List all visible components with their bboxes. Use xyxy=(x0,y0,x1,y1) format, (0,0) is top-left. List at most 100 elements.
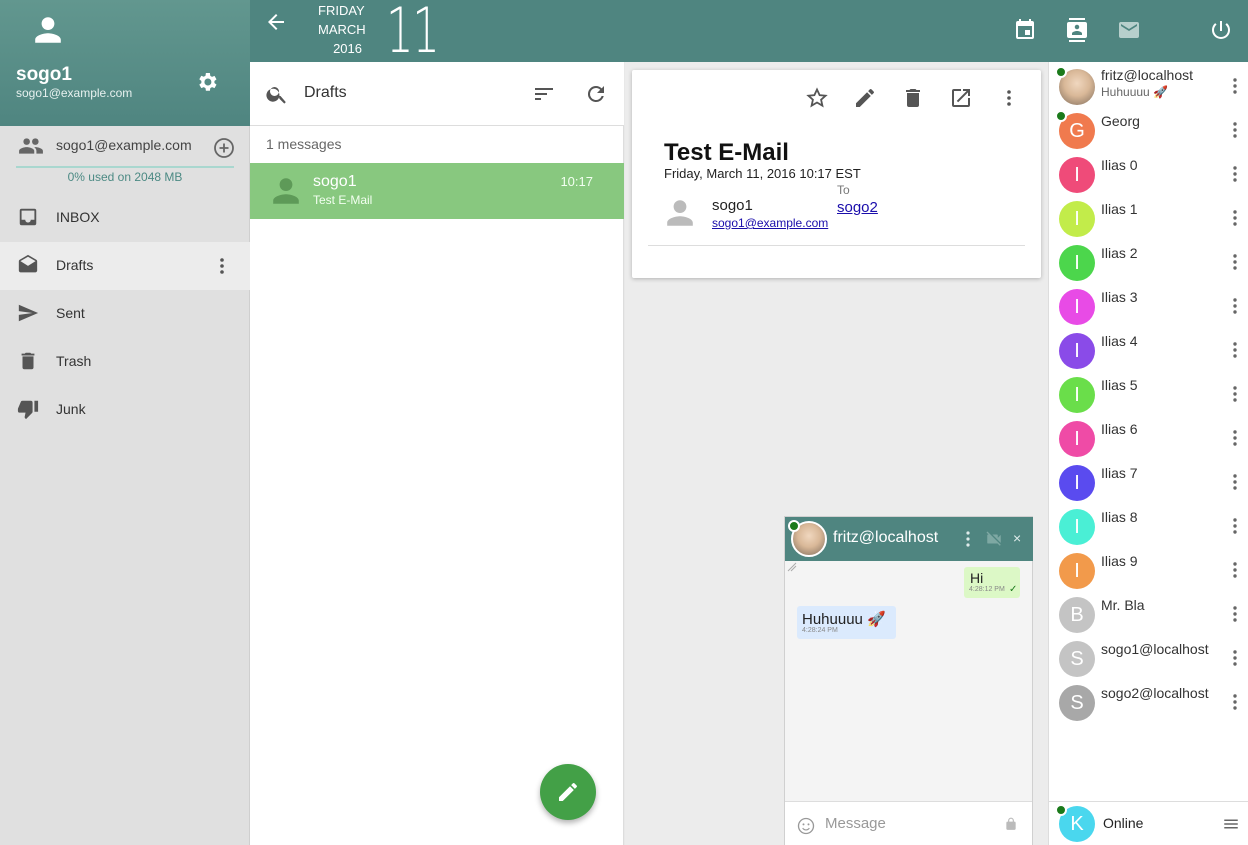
contact-name: Ilias 1 xyxy=(1101,201,1138,217)
contact-more-icon[interactable] xyxy=(1232,385,1238,403)
folder-label: Trash xyxy=(56,353,92,369)
contact-name: Ilias 5 xyxy=(1101,377,1138,393)
compose-button[interactable] xyxy=(540,764,596,820)
folder-sent[interactable]: Sent xyxy=(0,290,250,338)
sender-avatar-icon xyxy=(664,197,696,229)
recipient-link[interactable]: sogo2 xyxy=(837,199,878,216)
roster-contact[interactable]: I Ilias 7 xyxy=(1049,459,1248,503)
message-count: 1 messages xyxy=(266,136,342,152)
settings-gear-icon[interactable] xyxy=(195,70,219,94)
contact-status: Huhuuuu 🚀 xyxy=(1101,85,1168,99)
mail-icon[interactable] xyxy=(1117,18,1141,42)
contact-more-icon[interactable] xyxy=(1232,209,1238,227)
read-check-icon: ✓ xyxy=(1009,584,1018,595)
power-icon[interactable] xyxy=(1209,18,1233,42)
roster-contact[interactable]: Ssogo2@localhost xyxy=(1049,679,1248,723)
thumb-down-icon xyxy=(17,398,39,420)
contact-name: sogo1@localhost xyxy=(1101,641,1209,657)
emoji-icon[interactable] xyxy=(796,816,816,836)
add-circle-icon[interactable] xyxy=(212,136,236,160)
roster-contact[interactable]: fritz@localhost Huhuuuu 🚀 xyxy=(1049,63,1248,107)
folder-inbox[interactable]: INBOX xyxy=(0,194,250,242)
roster-contact[interactable]: I Ilias 4 xyxy=(1049,327,1248,371)
contact-name: Ilias 2 xyxy=(1101,245,1138,261)
contact-more-icon[interactable] xyxy=(1232,605,1238,623)
message-row[interactable] xyxy=(250,163,624,219)
account-label[interactable]: sogo1@example.com xyxy=(56,137,192,153)
roster-contact[interactable]: I Ilias 3 xyxy=(1049,283,1248,327)
user-avatar-icon xyxy=(32,14,64,46)
contact-more-icon[interactable] xyxy=(1232,429,1238,447)
search-icon[interactable] xyxy=(265,82,289,106)
star-icon[interactable] xyxy=(805,86,829,110)
roster-contact[interactable]: I Ilias 5 xyxy=(1049,371,1248,415)
chat-more-icon[interactable] xyxy=(960,529,976,549)
roster-contact[interactable]: I Ilias 0 xyxy=(1049,151,1248,195)
roster-contact[interactable]: G Georg xyxy=(1049,107,1248,151)
contact-more-icon[interactable] xyxy=(1232,121,1238,139)
folder-trash[interactable]: Trash xyxy=(0,338,250,386)
roster-contact[interactable]: B Mr. Bla xyxy=(1049,591,1248,635)
to-label: To xyxy=(837,183,850,197)
folder-junk[interactable]: Junk xyxy=(0,386,250,434)
message-subject-heading: Test E-Mail xyxy=(664,139,789,166)
folder-label: INBOX xyxy=(56,209,100,225)
roster-contact[interactable]: Ssogo1@localhost xyxy=(1049,635,1248,679)
contact-name: Ilias 8 xyxy=(1101,509,1138,525)
contact-more-icon[interactable] xyxy=(1232,341,1238,359)
folder-more-icon[interactable] xyxy=(210,254,234,278)
people-icon xyxy=(18,136,44,156)
presence-label: Online xyxy=(1103,815,1144,831)
online-indicator xyxy=(1055,66,1067,78)
menu-icon[interactable] xyxy=(1222,815,1240,833)
message-date: Friday, March 11, 2016 10:17 EST xyxy=(664,166,861,181)
sort-icon[interactable] xyxy=(532,82,556,106)
chat-message-input[interactable] xyxy=(785,801,1032,845)
contact-more-icon[interactable] xyxy=(1232,693,1238,711)
contact-name: Mr. Bla xyxy=(1101,597,1145,613)
roster-contact[interactable]: I Ilias 2 xyxy=(1049,239,1248,283)
online-indicator xyxy=(1055,804,1067,816)
close-icon[interactable]: × xyxy=(1013,530,1021,546)
edit-icon[interactable] xyxy=(853,86,877,110)
folder-label: Junk xyxy=(56,401,86,417)
roster-contact[interactable]: I Ilias 9 xyxy=(1049,547,1248,591)
delete-icon[interactable] xyxy=(901,86,925,110)
contact-more-icon[interactable] xyxy=(1232,77,1238,95)
open-new-window-icon[interactable] xyxy=(949,86,973,110)
contact-more-icon[interactable] xyxy=(1232,297,1238,315)
contact-more-icon[interactable] xyxy=(1232,517,1238,535)
calendar-icon[interactable] xyxy=(1013,18,1037,42)
resize-handle-icon[interactable] xyxy=(787,562,797,572)
contact-more-icon[interactable] xyxy=(1232,473,1238,491)
presence-status[interactable]: K Online xyxy=(1049,801,1248,845)
chat-input-placeholder: Message xyxy=(825,815,886,832)
contact-more-icon[interactable] xyxy=(1232,649,1238,667)
contact-more-icon[interactable] xyxy=(1232,561,1238,579)
date-year: 2016 xyxy=(333,41,362,56)
refresh-icon[interactable] xyxy=(584,82,608,106)
back-arrow-icon[interactable] xyxy=(264,10,288,34)
contacts-icon[interactable] xyxy=(1065,17,1089,43)
contact-avatar: I xyxy=(1059,421,1095,457)
contact-more-icon[interactable] xyxy=(1232,253,1238,271)
folder-drafts[interactable]: Drafts xyxy=(0,242,250,290)
sender-email-link[interactable]: sogo1@example.com xyxy=(712,216,828,230)
chat-window xyxy=(784,516,1033,845)
roster-contact[interactable]: I Ilias 6 xyxy=(1049,415,1248,459)
contact-more-icon[interactable] xyxy=(1232,165,1238,183)
roster-contact[interactable]: I Ilias 1 xyxy=(1049,195,1248,239)
contact-avatar: I xyxy=(1059,245,1095,281)
video-off-icon[interactable] xyxy=(984,530,1004,548)
chat-message-time: 4:28:24 PM xyxy=(802,627,838,634)
chat-message-time: 4:28:12 PM xyxy=(969,586,1005,593)
contact-avatar: I xyxy=(1059,553,1095,589)
roster-contact[interactable]: I Ilias 8 xyxy=(1049,503,1248,547)
contact-name: Ilias 3 xyxy=(1101,289,1138,305)
lock-icon[interactable] xyxy=(1004,816,1018,832)
folder-label: Sent xyxy=(56,305,85,321)
chat-message-text: Huhuuuu 🚀 xyxy=(802,611,886,628)
contact-name: fritz@localhost xyxy=(1101,67,1194,83)
more-vert-icon[interactable] xyxy=(997,86,1021,110)
contact-avatar: I xyxy=(1059,509,1095,545)
